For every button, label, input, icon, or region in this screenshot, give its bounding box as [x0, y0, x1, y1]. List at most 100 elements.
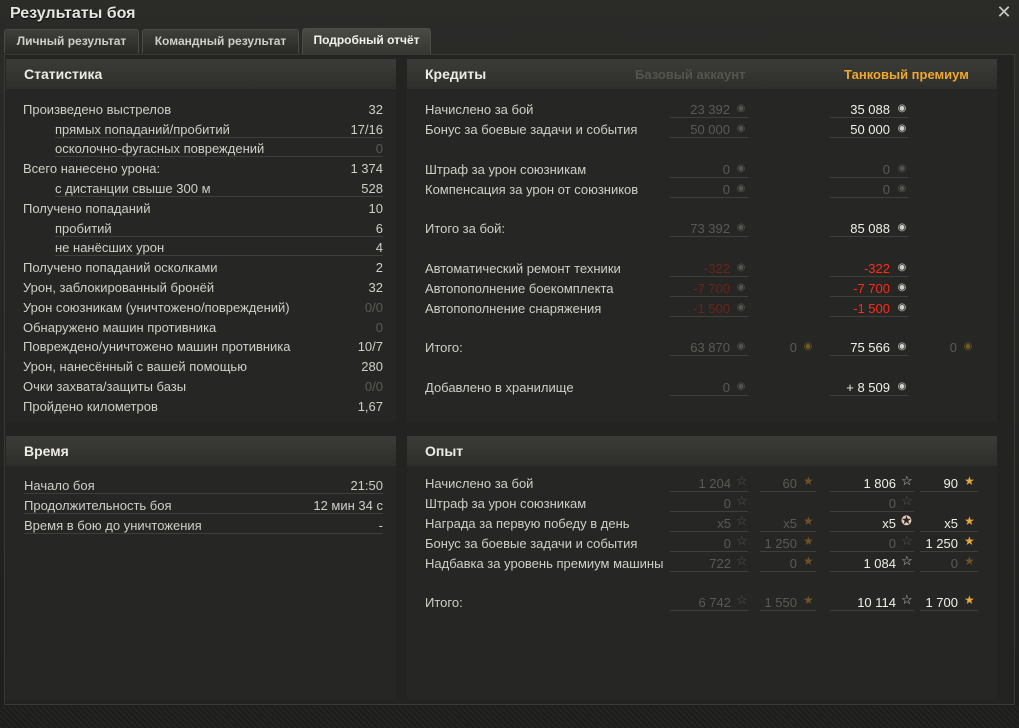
- experience-base-value: 0: [723, 536, 731, 551]
- stats-row-label: не нанёсших урон: [55, 240, 165, 255]
- credits-premium-value: 85 088: [850, 221, 890, 236]
- credits-premium-value: -7 700: [853, 281, 890, 296]
- experience-row: Награда за первую победу в день x5 ☆ x5 ★ x5 ✪…: [425, 514, 985, 533]
- credits-panel: Кредиты Базовый аккаунт Танковый премиум…: [407, 59, 997, 422]
- window-title: Результаты боя: [10, 5, 136, 22]
- row-underline: [670, 511, 748, 512]
- credits-premium-value: 35 088: [850, 102, 890, 117]
- stats-row: осколочно-фугасных повреждений 0: [23, 139, 383, 158]
- credits-base-gold-value: 0: [789, 340, 797, 355]
- credits-row-label: Итого за бой:: [425, 221, 506, 236]
- experience-panel: Опыт Начислено за бой 1 204 ☆ 60 ★ 1 806 ☆ 90 ★ Ш…: [407, 436, 997, 700]
- stats-row-label: Произведено выстрелов: [23, 102, 172, 117]
- credit-icon: ◉: [897, 262, 907, 273]
- credits-row-label: Итого:: [425, 340, 463, 355]
- row-underline: [670, 491, 748, 492]
- credits-base-value: -7 700: [693, 281, 730, 296]
- credits-row: Автоматический ремонт техники -322 ◉ -322 ◉: [425, 259, 985, 278]
- credit-icon: ◉: [736, 341, 746, 352]
- row-underline: [670, 551, 748, 552]
- credit-icon: ◉: [736, 282, 746, 293]
- stats-row-value: 1 374: [350, 161, 383, 176]
- stats-row-label: Повреждено/уничтожено машин противника: [23, 339, 291, 354]
- xp-star-icon: ☆: [736, 592, 748, 607]
- credits-row-label: Начислено за бой: [425, 102, 534, 117]
- experience-premium-value: 0: [888, 496, 896, 511]
- battle-results-window: Результаты боя ✕ Личный результат Команд…: [0, 0, 1019, 728]
- experience-base-free-value: 0: [789, 556, 797, 571]
- stats-row: Обнаружено машин противника 0: [23, 318, 383, 337]
- free-xp-star-icon: ★: [964, 474, 975, 488]
- tab-personal-result[interactable]: Личный результат: [4, 29, 139, 53]
- time-title: Время: [24, 443, 69, 459]
- credit-icon: ◉: [736, 262, 746, 273]
- bottom-bar: [0, 706, 1019, 728]
- credits-premium-value: 50 000: [850, 122, 890, 137]
- credits-base-value: 50 000: [690, 122, 730, 137]
- credit-icon: ◉: [897, 381, 907, 392]
- credit-icon: ◉: [736, 381, 746, 392]
- tab-team-result[interactable]: Командный результат: [142, 29, 299, 53]
- statistics-header: Статистика: [6, 59, 396, 89]
- credits-row-label: Компенсация за урон от союзников: [425, 182, 639, 197]
- experience-base-value: x5: [717, 516, 731, 531]
- free-xp-star-icon: ★: [964, 593, 975, 607]
- row-underline: [830, 571, 914, 572]
- experience-premium-value: 0: [888, 536, 896, 551]
- row-underline: [760, 551, 816, 552]
- experience-header: Опыт: [407, 436, 997, 466]
- row-underline: [55, 196, 383, 197]
- tab-detailed-report[interactable]: Подробный отчёт: [302, 28, 431, 54]
- stats-row: Повреждено/уничтожено машин противника 10…: [23, 337, 383, 356]
- credit-icon: ◉: [897, 123, 907, 134]
- experience-row-label: Штраф за урон союзникам: [425, 496, 587, 511]
- experience-title: Опыт: [425, 443, 464, 459]
- xp-star-icon: ☆: [901, 473, 913, 488]
- row-underline: [670, 276, 748, 277]
- credits-base-value: 0: [722, 162, 730, 177]
- credits-row: Итого за бой: 73 392 ◉ 85 088 ◉: [425, 219, 985, 238]
- experience-premium-value: 1 084: [863, 556, 896, 571]
- stats-row-value: 17/16: [350, 122, 383, 137]
- stats-row: не нанёсших урон 4: [23, 238, 383, 257]
- stats-row-value: 32: [368, 102, 383, 117]
- credits-row: Штраф за урон союзникам 0 ◉ 0 ◉: [425, 160, 985, 179]
- close-icon[interactable]: ✕: [995, 3, 1013, 21]
- credits-premium-value: 0: [882, 162, 890, 177]
- xp-star-icon: ☆: [901, 533, 913, 548]
- xp-star-icon: ☆: [736, 553, 748, 568]
- experience-row: Начислено за бой 1 204 ☆ 60 ★ 1 806 ☆ 90 ★: [425, 474, 985, 493]
- row-underline: [670, 395, 748, 396]
- credits-row-label: Автопополнение боекомплекта: [425, 281, 614, 296]
- stats-row-label: Всего нанесено урона:: [23, 161, 161, 176]
- credits-premium-value: -322: [863, 261, 890, 276]
- row-underline: [920, 551, 978, 552]
- time-row-label: Время в бою до уничтожения: [24, 518, 202, 533]
- credits-base-value: 0: [722, 380, 730, 395]
- credits-row: Компенсация за урон от союзников 0 ◉ 0 ◉: [425, 180, 985, 199]
- title-bar: Результаты боя ✕: [0, 0, 1019, 28]
- row-underline: [670, 197, 748, 198]
- row-underline: [670, 355, 748, 356]
- row-underline: [830, 355, 908, 356]
- credits-base-value: 73 392: [690, 221, 730, 236]
- experience-premium-free-value: 1 700: [925, 595, 958, 610]
- credits-title: Кредиты: [425, 66, 487, 82]
- row-underline: [55, 137, 383, 138]
- experience-base-free-value: 60: [782, 476, 797, 491]
- row-underline: [920, 491, 978, 492]
- row-underline: [830, 316, 908, 317]
- experience-base-free-value: 1 250: [764, 536, 797, 551]
- row-underline: [670, 296, 748, 297]
- experience-row-label: Итого:: [425, 595, 463, 610]
- stats-row-value: 528: [361, 181, 383, 196]
- time-row-value: -: [378, 518, 383, 533]
- stats-row-value: 0/0: [364, 379, 383, 394]
- credits-premium-value: + 8 509: [846, 380, 890, 395]
- experience-base-free-value: 1 550: [764, 595, 797, 610]
- credits-row: Бонус за боевые задачи и события 50 000 ◉ 5…: [425, 120, 985, 139]
- credits-row-label: Автопополнение снаряжения: [425, 301, 602, 316]
- credit-icon: ◉: [897, 163, 907, 174]
- experience-base-free-value: x5: [783, 516, 797, 531]
- free-xp-star-icon: ★: [964, 554, 975, 568]
